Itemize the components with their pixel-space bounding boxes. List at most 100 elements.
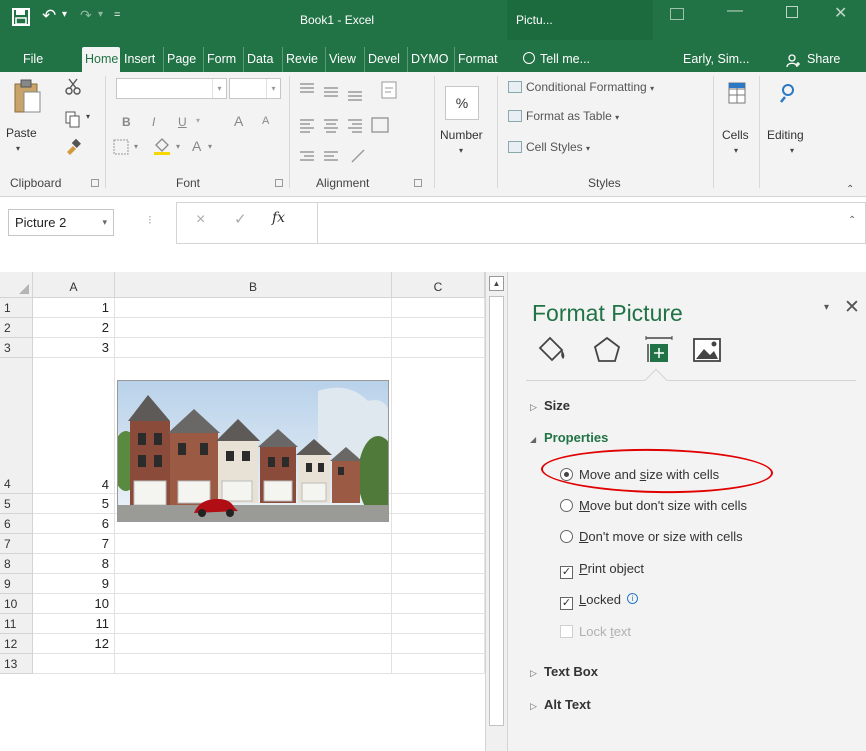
- row-header[interactable]: 13: [0, 654, 33, 674]
- row-header[interactable]: 6: [0, 514, 33, 534]
- alignment-launcher-icon[interactable]: [414, 179, 422, 187]
- number-dropdown-icon[interactable]: ▾: [459, 146, 463, 155]
- cell-b[interactable]: [115, 338, 392, 358]
- fill-color-icon[interactable]: [152, 136, 172, 156]
- tab-review[interactable]: Revie: [282, 47, 324, 72]
- tab-formulas[interactable]: Form: [203, 47, 242, 72]
- conditional-formatting-button[interactable]: Conditional Formatting ▾: [508, 80, 654, 94]
- task-pane-options-icon[interactable]: ▾: [824, 302, 829, 313]
- tab-home[interactable]: Home: [82, 47, 120, 73]
- row-header[interactable]: 11: [0, 614, 33, 634]
- column-header-c[interactable]: C: [392, 272, 485, 298]
- cell-c[interactable]: [392, 494, 485, 514]
- borders-dropdown-icon[interactable]: ▾: [134, 142, 138, 151]
- cell-b[interactable]: [115, 318, 392, 338]
- font-color-dropdown-icon[interactable]: ▾: [208, 142, 212, 151]
- underline-dropdown-icon[interactable]: ▾: [196, 116, 200, 125]
- cell-a[interactable]: 3: [33, 338, 115, 358]
- italic-button[interactable]: I: [152, 115, 155, 129]
- borders-icon[interactable]: [112, 138, 130, 156]
- font-color-button[interactable]: A: [192, 138, 201, 154]
- row-header[interactable]: 5: [0, 494, 33, 514]
- formula-bar-grip-icon[interactable]: ⁝: [148, 213, 152, 227]
- cell-c[interactable]: [392, 634, 485, 654]
- bold-button[interactable]: B: [122, 115, 131, 129]
- cell-a[interactable]: 11: [33, 614, 115, 634]
- column-header-a[interactable]: A: [33, 272, 115, 298]
- cell-c[interactable]: [392, 358, 485, 494]
- cell-b[interactable]: [115, 574, 392, 594]
- cell-a[interactable]: 5: [33, 494, 115, 514]
- find-icon[interactable]: [779, 80, 801, 104]
- account-name[interactable]: Early, Sim...: [680, 47, 770, 72]
- cell-a[interactable]: 1: [33, 298, 115, 318]
- row-header[interactable]: 12: [0, 634, 33, 654]
- redo-dropdown-icon[interactable]: ▾: [98, 9, 103, 20]
- scroll-up-icon[interactable]: ▲: [489, 276, 504, 291]
- row-header[interactable]: 7: [0, 534, 33, 554]
- tab-format[interactable]: Format: [454, 47, 508, 72]
- cell-a[interactable]: 10: [33, 594, 115, 614]
- paste-label[interactable]: Paste: [6, 126, 37, 140]
- cell-a[interactable]: [33, 654, 115, 674]
- section-text-box[interactable]: ▷ Text Box: [530, 664, 598, 679]
- tab-insert[interactable]: Insert: [121, 47, 162, 72]
- cell-c[interactable]: [392, 514, 485, 534]
- tab-view[interactable]: View: [325, 47, 363, 72]
- collapse-ribbon-icon[interactable]: ⌃: [846, 184, 854, 195]
- name-box[interactable]: Picture 2 ▾: [8, 209, 114, 236]
- cell-styles-button[interactable]: Cell Styles ▾: [508, 140, 590, 154]
- cell-c[interactable]: [392, 654, 485, 674]
- share-icon[interactable]: [786, 54, 800, 68]
- font-name-combo[interactable]: ▾: [116, 78, 227, 99]
- vertical-scrollbar[interactable]: ▲: [485, 272, 507, 751]
- editing-label[interactable]: Editing: [767, 128, 804, 142]
- clipboard-launcher-icon[interactable]: [91, 179, 99, 187]
- cell-a[interactable]: 7: [33, 534, 115, 554]
- cell-a[interactable]: 6: [33, 514, 115, 534]
- cells-label[interactable]: Cells: [722, 128, 749, 142]
- undo-icon[interactable]: ↶: [42, 6, 56, 26]
- cell-b[interactable]: [115, 534, 392, 554]
- close-window-icon[interactable]: ✕: [834, 3, 847, 23]
- cell-b[interactable]: [115, 298, 392, 318]
- row-header[interactable]: 2: [0, 318, 33, 338]
- font-size-combo[interactable]: ▾: [229, 78, 281, 99]
- share-button[interactable]: Share: [804, 47, 864, 72]
- section-alt-text[interactable]: ▷ Alt Text: [530, 697, 591, 712]
- effects-icon[interactable]: [590, 332, 624, 368]
- alignment-icons[interactable]: [296, 78, 430, 164]
- checkbox-print-object[interactable]: ✓ Print object: [560, 561, 644, 579]
- row-header[interactable]: 3: [0, 338, 33, 358]
- row-header[interactable]: 10: [0, 594, 33, 614]
- underline-button[interactable]: U: [178, 115, 187, 129]
- radio-move-dont-size[interactable]: Move but don't size with cells: [560, 498, 747, 513]
- copy-dropdown-icon[interactable]: ▾: [86, 112, 90, 121]
- maximize-icon[interactable]: [786, 6, 798, 18]
- expand-formula-bar-icon[interactable]: ⌃: [848, 215, 856, 226]
- cell-c[interactable]: [392, 594, 485, 614]
- formula-input[interactable]: [317, 202, 866, 244]
- cell-c[interactable]: [392, 554, 485, 574]
- row-header[interactable]: 9: [0, 574, 33, 594]
- cell-a[interactable]: 12: [33, 634, 115, 654]
- cell-a[interactable]: 9: [33, 574, 115, 594]
- editing-dropdown-icon[interactable]: ▾: [790, 146, 794, 155]
- tab-file[interactable]: File: [20, 47, 46, 72]
- cell-c[interactable]: [392, 298, 485, 318]
- enter-icon[interactable]: ✓: [234, 210, 247, 228]
- cell-b[interactable]: [115, 634, 392, 654]
- size-properties-icon[interactable]: [642, 332, 676, 368]
- customize-quick-access-icon[interactable]: =: [114, 9, 120, 21]
- cut-icon[interactable]: [64, 78, 82, 96]
- cell-c[interactable]: [392, 614, 485, 634]
- format-as-table-button[interactable]: Format as Table ▾: [508, 109, 619, 123]
- cell-b[interactable]: [115, 654, 392, 674]
- section-properties[interactable]: ◢ Properties: [530, 430, 608, 445]
- tell-me-box[interactable]: Tell me...: [520, 47, 655, 72]
- cell-c[interactable]: [392, 338, 485, 358]
- select-all-corner[interactable]: [0, 272, 33, 298]
- picture-icon[interactable]: [690, 332, 724, 368]
- paste-dropdown-icon[interactable]: ▾: [16, 144, 20, 153]
- font-size-dropdown-icon[interactable]: ▾: [266, 79, 280, 98]
